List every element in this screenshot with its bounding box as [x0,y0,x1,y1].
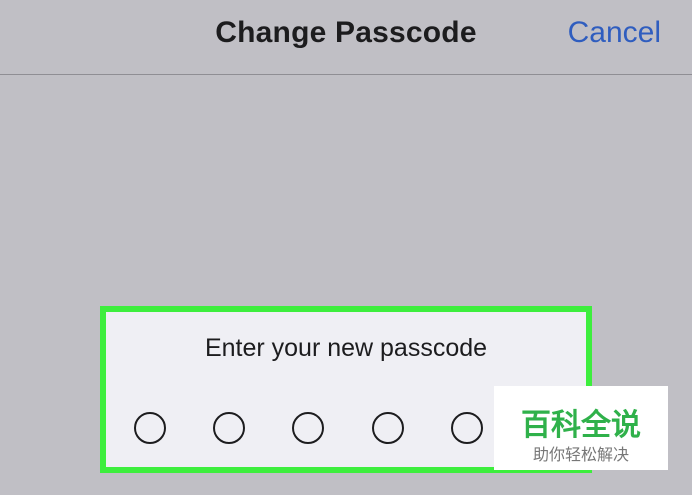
passcode-digit-slot-2 [213,412,245,444]
passcode-digit-slot-5 [451,412,483,444]
passcode-digit-slot-4 [372,412,404,444]
watermark-subtitle: 助你轻松解决 [532,445,629,464]
passcode-prompt: Enter your new passcode [204,334,488,362]
passcode-digit-slot-3 [292,412,324,444]
navigation-bar: Change Passcode Cancel [0,0,692,75]
passcode-digit-slot-1 [134,412,166,444]
watermark-title: 百科全说 [521,408,641,443]
cancel-button[interactable]: Cancel [568,16,661,50]
watermark-logo: 百科全说 助你轻松解决 [494,386,668,470]
